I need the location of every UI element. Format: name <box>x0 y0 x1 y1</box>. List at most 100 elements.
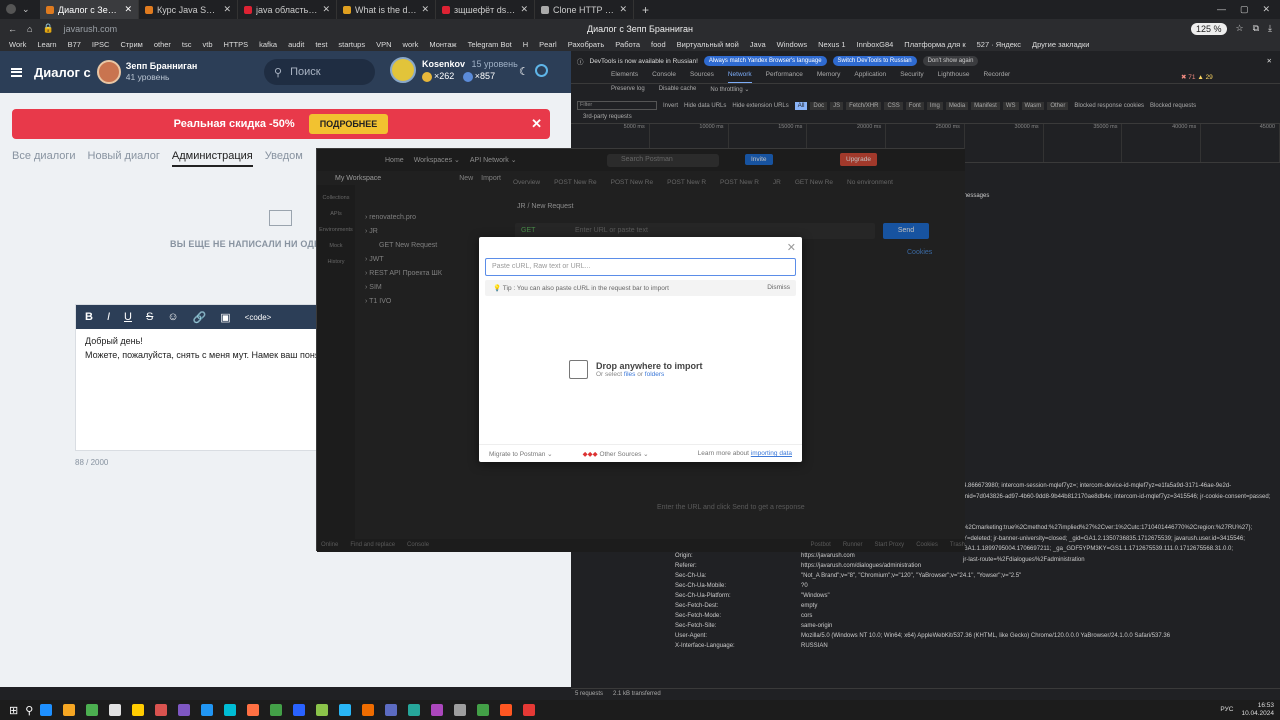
clock[interactable]: 16:53 10.04.2024 <box>1241 702 1274 718</box>
menu-icon[interactable] <box>11 67 22 77</box>
bookmark-item[interactable]: IPSC <box>92 40 110 49</box>
close-icon[interactable]: ✕ <box>1267 57 1272 65</box>
bookmark-item[interactable]: Work <box>9 40 26 49</box>
bookmark-item[interactable]: kafka <box>259 40 277 49</box>
type-filter[interactable]: Other <box>1047 101 1069 110</box>
close-tab-icon[interactable]: ✕ <box>520 4 528 15</box>
taskbar-app-icon[interactable] <box>431 704 444 716</box>
taskbar-app-icon[interactable] <box>477 704 490 716</box>
bookmark-item[interactable]: Работа <box>615 40 640 49</box>
third-party-checkbox[interactable]: 3rd-party requests <box>583 114 632 120</box>
devtools-tab[interactable]: Console <box>652 71 676 83</box>
bookmark-item[interactable]: VPN <box>376 40 391 49</box>
devtools-tab[interactable]: Performance <box>766 71 803 83</box>
type-filter[interactable]: WS <box>1002 101 1019 110</box>
close-window-icon[interactable]: ✕ <box>1262 4 1270 15</box>
settings-icon[interactable] <box>535 64 548 77</box>
browser-menu[interactable]: ⌄ <box>0 4 40 15</box>
start-icon[interactable]: ⊞ <box>9 704 18 717</box>
editor-text[interactable]: Добрый день! Можете, пожалуйста, снять с… <box>76 329 334 367</box>
taskbar-app-icon[interactable] <box>316 704 329 716</box>
back-icon[interactable]: ← <box>8 24 17 34</box>
tab-administration[interactable]: Администрация <box>171 150 253 167</box>
taskbar-app-icon[interactable] <box>454 704 467 716</box>
bookmark-item[interactable]: Java <box>750 40 766 49</box>
strikethrough-button[interactable]: S <box>146 311 153 323</box>
bookmark-item[interactable]: B77 <box>68 40 81 49</box>
close-tab-icon[interactable]: ✕ <box>223 4 231 15</box>
extensions-icon[interactable]: ⧉ <box>1253 23 1259 34</box>
drop-zone[interactable]: Drop anywhere to import Or select files … <box>569 360 703 379</box>
devtools-tab[interactable]: Lighthouse <box>938 71 970 83</box>
search-input[interactable]: ⚲ Поиск <box>264 59 375 85</box>
taskbar-app-icon[interactable] <box>178 704 191 716</box>
new-tab-button[interactable]: + <box>642 3 649 17</box>
avatar[interactable] <box>390 57 416 83</box>
type-filter[interactable]: Font <box>905 101 924 110</box>
bookmark-item[interactable]: Н <box>523 40 528 49</box>
type-filter[interactable]: Img <box>926 101 943 110</box>
taskbar-app-icon[interactable] <box>385 704 398 716</box>
bookmark-item[interactable]: Nexus 1 <box>818 40 846 49</box>
bookmark-item[interactable]: InnboxG84 <box>857 40 894 49</box>
tab-notifications[interactable]: Уведом <box>265 150 303 167</box>
hide-data-urls-checkbox[interactable]: Hide data URLs <box>684 103 726 109</box>
download-icon[interactable]: ⤓ <box>1268 23 1272 34</box>
bookmark-item[interactable]: 527 · Яндекс <box>977 40 1021 49</box>
type-filter[interactable]: JS <box>830 101 844 110</box>
dismiss-button[interactable]: Dismiss <box>767 284 790 291</box>
blocked-requests-checkbox[interactable]: Blocked requests <box>1150 103 1196 109</box>
dont-show-button[interactable]: Don't show again <box>922 56 979 66</box>
taskbar-app-icon[interactable] <box>63 704 76 716</box>
devtools-tab[interactable]: Sources <box>690 71 714 83</box>
bookmark-item[interactable]: Стрим <box>120 40 142 49</box>
preserve-log-checkbox[interactable]: Preserve log <box>611 86 645 98</box>
taskbar-app-icon[interactable] <box>109 704 122 716</box>
image-icon[interactable]: ▣ <box>220 311 230 324</box>
browser-tab[interactable]: What is the default access ✕ <box>337 0 436 19</box>
browser-tab[interactable]: Диалог с Зепп Бранниган ✕ <box>40 0 139 19</box>
home-icon[interactable]: ⌂ <box>27 24 32 34</box>
devtools-tab[interactable]: Elements <box>611 71 638 83</box>
switch-russian-button[interactable]: Switch DevTools to Russian <box>832 56 917 66</box>
taskbar-app-icon[interactable] <box>408 704 421 716</box>
bookmark-icon[interactable]: ☆ <box>1236 23 1244 34</box>
taskbar-app-icon[interactable] <box>293 704 306 716</box>
current-user[interactable]: Kosenkov 15 уровень ×262 ×857 <box>390 57 518 83</box>
promo-banner[interactable]: Реальная скидка -50% ПОДРОБНЕЕ ✕ <box>12 109 550 139</box>
taskbar-app-icon[interactable] <box>523 704 536 716</box>
italic-button[interactable]: I <box>107 311 110 323</box>
taskbar-app-icon[interactable] <box>132 704 145 716</box>
bold-button[interactable]: B <box>85 311 93 323</box>
tab-all-dialogs[interactable]: Все диалоги <box>12 150 76 167</box>
bookmark-item[interactable]: Learn <box>37 40 56 49</box>
browser-tab[interactable]: java область видимости п ✕ <box>238 0 337 19</box>
bookmark-item[interactable]: food <box>651 40 666 49</box>
browser-tab[interactable]: Clone HTTP requests from ✕ <box>535 0 634 19</box>
dialog-user-name[interactable]: Зепп Бранниган <box>126 61 198 72</box>
taskbar-app-icon[interactable] <box>155 704 168 716</box>
type-filter[interactable]: Doc <box>810 101 828 110</box>
other-sources-select[interactable]: ◆◆◆ Other Sources ⌄ <box>583 450 649 458</box>
maximize-icon[interactable]: ▢ <box>1240 4 1249 15</box>
type-filter[interactable]: Fetch/XHR <box>846 101 882 110</box>
bookmark-item[interactable]: Рахобрать <box>568 40 605 49</box>
devtools-tab[interactable]: Application <box>854 71 886 83</box>
type-filter[interactable]: Manifest <box>971 101 1000 110</box>
devtools-tab[interactable]: Recorder <box>983 71 1010 83</box>
type-filter[interactable]: All <box>794 101 808 110</box>
devtools-tab[interactable]: Memory <box>817 71 840 83</box>
yandex-logo-icon[interactable] <box>6 4 16 14</box>
taskbar-app-icon[interactable] <box>224 704 237 716</box>
bookmark-item[interactable]: Монтаж <box>429 40 456 49</box>
folders-link[interactable]: folders <box>645 371 665 378</box>
throttling-select[interactable]: No throttling ⌄ <box>710 86 749 98</box>
bookmark-item[interactable]: test <box>315 40 327 49</box>
type-filter[interactable]: Wasm <box>1021 101 1045 110</box>
browser-tab[interactable]: зщшефёт dsuhepbnm pfgh✕ <box>436 0 535 19</box>
theme-toggle-icon[interactable]: ☾ <box>519 65 529 78</box>
bookmark-item[interactable]: Платформа для к <box>904 40 965 49</box>
devtools-tab[interactable]: Network <box>727 71 752 83</box>
bookmark-item[interactable]: audit <box>288 40 304 49</box>
close-tab-icon[interactable]: ✕ <box>619 4 627 15</box>
